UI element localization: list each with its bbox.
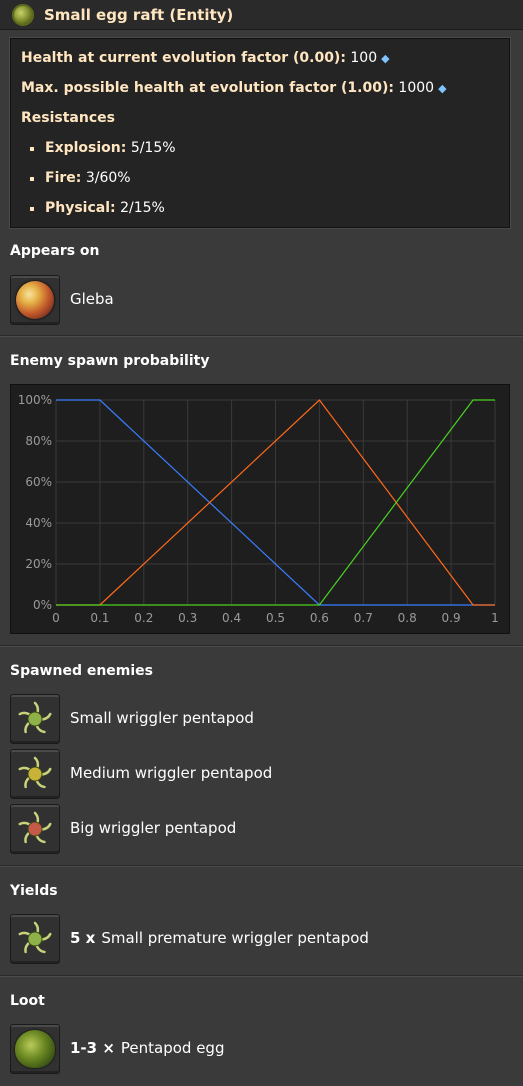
yield-label[interactable]: 5 x Small premature wriggler pentapod — [70, 929, 369, 947]
yield-slot[interactable] — [10, 914, 60, 964]
resistances-heading: Resistances — [21, 110, 115, 126]
spawned-enemy-label[interactable]: Medium wriggler pentapod — [70, 764, 272, 782]
health-line: Health at current evolution factor (0.00… — [21, 50, 390, 66]
spawn-probability-chart: 0 0.1 0.2 0.3 0.4 0.5 0.6 0.7 0.8 0.9 1 0% 20% 40% 60%… — [10, 384, 510, 634]
spawned-enemies-heading: Spawned enemies — [10, 663, 154, 679]
yield-item-name: Small premature wriggler pentapod — [101, 929, 369, 947]
planet-label[interactable]: Gleba — [70, 290, 114, 308]
premature-wriggler-icon — [18, 921, 52, 954]
x-tick-label: 0.7 — [354, 611, 373, 625]
egg-raft-icon — [12, 3, 34, 26]
spawned-enemy-label[interactable]: Big wriggler pentapod — [70, 819, 236, 837]
x-tick-label: 0.5 — [266, 611, 285, 625]
yield-quantity: 5 x — [70, 929, 96, 947]
planet-slot[interactable] — [10, 275, 60, 325]
x-tick-label: 0.9 — [442, 611, 461, 625]
y-tick-label: 60% — [25, 475, 52, 489]
pentapod-egg-icon — [15, 1030, 55, 1068]
y-tick-label: 100% — [18, 393, 52, 407]
window-header: Small egg raft (Entity) — [0, 0, 523, 30]
page-title: Small egg raft (Entity) — [44, 5, 234, 24]
diamond-icon: ◆ — [381, 52, 390, 65]
divider — [0, 645, 523, 647]
big-wriggler-slot[interactable] — [10, 804, 60, 854]
small-wriggler-slot[interactable] — [10, 694, 60, 744]
y-tick-label: 40% — [25, 516, 52, 530]
spawn-chart-heading: Enemy spawn probability — [10, 353, 210, 369]
resistance-item: Physical: 2/15% — [45, 200, 165, 216]
divider — [0, 975, 523, 977]
big-wriggler-icon — [18, 811, 52, 844]
small-wriggler-icon — [18, 701, 52, 734]
bullet-icon — [30, 147, 34, 151]
loot-label[interactable]: 1-3 × Pentapod egg — [70, 1039, 224, 1057]
medium-wriggler-slot[interactable] — [10, 749, 60, 799]
loot-item-name: Pentapod egg — [120, 1039, 225, 1057]
max-health-label: Max. possible health at evolution factor… — [21, 80, 394, 96]
x-tick-label: 0.8 — [398, 611, 417, 625]
gleba-planet-icon — [16, 281, 54, 319]
stats-panel: Health at current evolution factor (0.00… — [10, 38, 510, 228]
y-tick-label: 20% — [25, 557, 52, 571]
health-value: 100 — [350, 50, 378, 66]
chart-svg: 0 0.1 0.2 0.3 0.4 0.5 0.6 0.7 0.8 0.9 1 0% 20% 40% 60%… — [18, 393, 499, 625]
resistance-item: Explosion: 5/15% — [45, 140, 176, 156]
x-tick-label: 0.2 — [134, 611, 153, 625]
loot-heading: Loot — [10, 993, 45, 1009]
x-tick-label: 0.3 — [178, 611, 197, 625]
x-tick-label: 0.1 — [90, 611, 109, 625]
max-health-line: Max. possible health at evolution factor… — [21, 80, 447, 96]
appears-on-heading: Appears on — [10, 243, 100, 259]
diamond-icon: ◆ — [438, 82, 447, 95]
divider — [0, 335, 523, 337]
loot-slot[interactable] — [10, 1024, 60, 1074]
y-tick-label: 0% — [33, 598, 52, 612]
medium-wriggler-icon — [18, 756, 52, 789]
max-health-value: 1000 — [398, 80, 435, 96]
x-tick-label: 1 — [491, 611, 499, 625]
x-tick-label: 0.6 — [310, 611, 329, 625]
health-label: Health at current evolution factor (0.00… — [21, 50, 346, 66]
bullet-icon — [30, 207, 34, 211]
spawned-enemy-label[interactable]: Small wriggler pentapod — [70, 709, 254, 727]
resistance-item: Fire: 3/60% — [45, 170, 131, 186]
x-tick-label: 0.4 — [222, 611, 241, 625]
y-tick-label: 80% — [25, 434, 52, 448]
x-tick-label: 0 — [52, 611, 60, 625]
loot-quantity: 1-3 × — [70, 1039, 115, 1057]
divider — [0, 865, 523, 867]
yields-heading: Yields — [10, 883, 58, 899]
bullet-icon — [30, 177, 34, 181]
